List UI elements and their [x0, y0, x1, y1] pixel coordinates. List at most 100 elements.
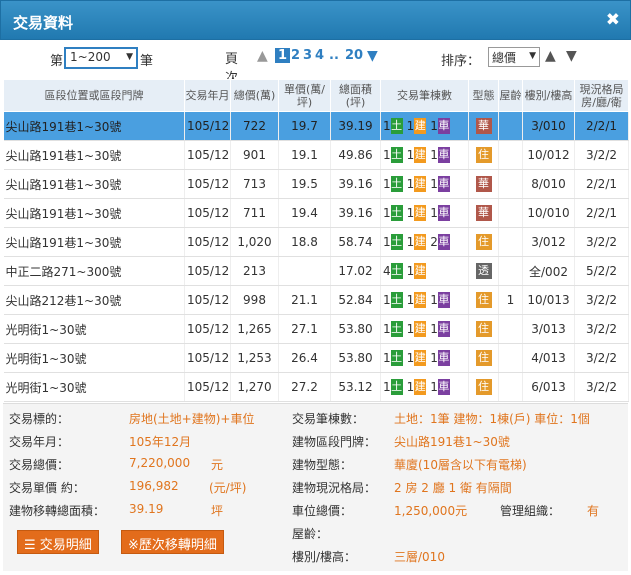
prev-page-icon[interactable]: ▲ [257, 48, 268, 64]
table-row[interactable]: 光明街1~30號 105/12 1,265 27.1 53.80 1土 1建 1車住 3/013… [3, 314, 629, 344]
parking-badge: 車 [437, 292, 450, 308]
type-badge: 華 [475, 176, 492, 192]
cell-total-price: 1,253 [230, 343, 279, 373]
sort-desc-icon[interactable]: ▼ [566, 48, 577, 64]
cell-unit-price [278, 256, 331, 286]
col-year-month[interactable]: 交易年月 [184, 79, 231, 112]
land-badge: 土 [390, 292, 403, 308]
type-badge: 華 [475, 205, 492, 221]
cell-floor: 6/013 [522, 372, 575, 402]
cell-area: 53.80 [330, 314, 381, 344]
cell-layout: 3/2/2 [574, 227, 629, 257]
chevron-down-icon: ▼ [126, 52, 133, 62]
per-page-select[interactable]: 1~200 ▼ [64, 47, 138, 69]
table-row[interactable]: 尖山路191巷1~30號 105/12 901 19.1 49.86 1土 1建 1車住 10/… [3, 140, 629, 170]
table-row[interactable]: 光明街1~30號 105/12 1,270 27.2 53.12 1土 1建 1車住 6/013… [3, 372, 629, 402]
building-count: 1 [406, 351, 415, 365]
cell-count: 1土 1建 1車 [380, 372, 469, 402]
building-count: 1 [406, 293, 415, 307]
cell-age [498, 372, 523, 402]
cell-type: 華 [468, 111, 499, 141]
detail-addr-label: 建物區段門牌： [292, 435, 377, 449]
cell-layout: 3/2/2 [574, 285, 629, 315]
land-badge: 土 [390, 176, 403, 192]
type-badge: 住 [475, 292, 492, 308]
parking-count: 1 [430, 206, 438, 220]
land-count: 1 [383, 235, 391, 249]
cell-address: 尖山路191巷1~30號 [3, 140, 185, 170]
parking-count: 1 [430, 380, 438, 394]
cell-type: 華 [468, 198, 499, 228]
table-header-row: 區段位置或區段門牌 交易年月 總價(萬) 單價(萬/坪) 總面積(坪) 交易筆棟… [3, 79, 629, 112]
land-badge: 土 [390, 263, 403, 279]
sort-asc-icon[interactable]: ▲ [545, 48, 556, 64]
table-row[interactable]: 光明街1~30號 105/12 1,253 26.4 53.80 1土 1建 1車住 4/013… [3, 343, 629, 373]
cell-count: 1土 1建 1車 [380, 343, 469, 373]
land-count: 4 [383, 264, 391, 278]
transaction-table: 區段位置或區段門牌 交易年月 總價(萬) 單價(萬/坪) 總面積(坪) 交易筆棟… [3, 79, 629, 402]
building-badge: 建 [414, 379, 427, 395]
transaction-detail-label: 交易明細 [39, 538, 92, 553]
detail-floor-label: 樓別/樓高： [292, 550, 357, 564]
building-badge: 建 [414, 205, 427, 221]
cell-address: 光明街1~30號 [3, 372, 185, 402]
transaction-detail-button[interactable]: ☰ 交易明細 [17, 530, 99, 554]
cell-address: 尖山路191巷1~30號 [3, 227, 185, 257]
cell-count: 1土 1建 1車 [380, 140, 469, 170]
parking-count: 2 [430, 235, 438, 249]
detail-addr-value: 尖山路191巷1~30號 [394, 435, 510, 449]
col-total-price[interactable]: 總價(萬) [230, 79, 279, 112]
col-count[interactable]: 交易筆棟數 [380, 79, 469, 112]
table-row[interactable]: 中正二路271~300號 105/12 213 17.02 4土 1建透全/002 5/2/… [3, 256, 629, 286]
transfer-history-button[interactable]: ※歷次移轉明細 [121, 530, 224, 554]
cell-count: 1土 1建 1車 [380, 111, 469, 141]
land-badge: 土 [390, 350, 403, 366]
cell-year-month: 105/12 [184, 227, 231, 257]
detail-mgmt-label: 管理組織： [500, 504, 561, 518]
cell-total-price: 1,270 [230, 372, 279, 402]
detail-unit-label: 交易單價 約： [9, 481, 85, 495]
table-row[interactable]: 尖山路212巷1~30號 105/12 998 21.1 52.84 1土 1建 1車住 1 10… [3, 285, 629, 315]
cell-address: 尖山路191巷1~30號 [3, 111, 185, 141]
page-1[interactable]: 1 [275, 48, 291, 63]
parking-count: 1 [430, 119, 438, 133]
building-count: 1 [406, 177, 415, 191]
building-badge: 建 [414, 321, 427, 337]
col-layout[interactable]: 現況格局房/廳/衛 [574, 79, 629, 112]
table-row[interactable]: 尖山路191巷1~30號 105/12 711 19.4 39.16 1土 1建 1車華 10/… [3, 198, 629, 228]
col-floor[interactable]: 樓別/樓高 [522, 79, 575, 112]
table-row[interactable]: 尖山路191巷1~30號 105/12 1,020 18.8 58.74 1土 1建 2車住 3… [3, 227, 629, 257]
detail-btype-label: 建物型態： [292, 458, 353, 472]
col-address[interactable]: 區段位置或區段門牌 [3, 79, 185, 112]
detail-target-value: 房地(土地+建物)+車位 [129, 412, 255, 426]
cell-unit-price: 27.2 [278, 372, 331, 402]
sort-label: 排序： [441, 54, 481, 69]
cell-area: 53.80 [330, 343, 381, 373]
table-row[interactable]: 尖山路191巷1~30號 105/12 722 19.7 39.19 1土 1建 1車華 3/0… [3, 111, 629, 141]
next-page-icon[interactable]: ▼ [367, 48, 378, 64]
cell-age [498, 198, 523, 228]
detail-layout-label: 建物現況格局： [292, 481, 377, 495]
cell-total-price: 1,020 [230, 227, 279, 257]
parking-count: 1 [430, 351, 438, 365]
col-area[interactable]: 總面積(坪) [330, 79, 381, 112]
cell-unit-price: 19.7 [278, 111, 331, 141]
page-last[interactable]: 20 [345, 48, 363, 63]
cell-address: 尖山路191巷1~30號 [3, 198, 185, 228]
col-type[interactable]: 型態 [468, 79, 499, 112]
cell-year-month: 105/12 [184, 256, 231, 286]
col-unit-price[interactable]: 單價(萬/坪) [278, 79, 331, 112]
detail-mgmt-value: 有 [587, 504, 600, 518]
sort-select[interactable]: 總價 ▼ [488, 47, 540, 67]
page-4[interactable]: 4 [315, 48, 324, 63]
cell-area: 39.19 [330, 111, 381, 141]
page-2[interactable]: 2 [291, 48, 300, 63]
cell-area: 52.84 [330, 285, 381, 315]
table-row[interactable]: 尖山路191巷1~30號 105/12 713 19.5 39.16 1土 1建 1車華 8/0… [3, 169, 629, 199]
col-age[interactable]: 屋齡 [498, 79, 523, 112]
parking-count: 1 [430, 293, 438, 307]
close-icon[interactable]: ✖ [606, 10, 620, 30]
cell-unit-price: 19.5 [278, 169, 331, 199]
page-3[interactable]: 3 [303, 48, 312, 63]
land-badge: 土 [390, 147, 403, 163]
